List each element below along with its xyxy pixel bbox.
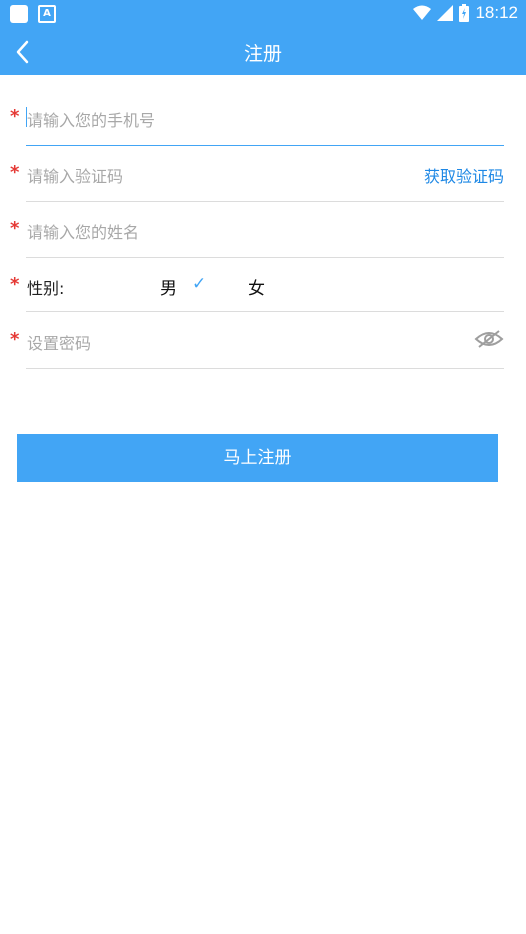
required-mark: * (10, 162, 20, 183)
gender-label: 性别: (27, 279, 65, 298)
app-bar: 注册 (0, 28, 526, 75)
verification-code-field[interactable]: * 请输入验证码 获取验证码 (10, 145, 504, 202)
code-placeholder: 请输入验证码 (27, 167, 124, 186)
battery-icon (459, 4, 470, 22)
status-left: A (10, 5, 56, 23)
name-field[interactable]: * 请输入您的姓名 (10, 201, 504, 258)
status-bar: A 18:12 (0, 0, 526, 28)
clock: 18:12 (475, 3, 518, 22)
register-button[interactable]: 马上注册 (17, 434, 498, 482)
password-placeholder: 设置密码 (27, 334, 92, 353)
check-icon: ✓ (192, 274, 207, 294)
name-placeholder: 请输入您的姓名 (27, 223, 140, 242)
keyboard-notification-icon: A (38, 5, 56, 23)
get-code-button[interactable]: 获取验证码 (424, 163, 504, 187)
phone-field[interactable]: * 请输入您的手机号 (10, 89, 504, 146)
wifi-icon (413, 5, 432, 20)
password-field[interactable]: * 设置密码 (10, 312, 504, 369)
app-notification-icon (10, 5, 28, 23)
page-title: 注册 (243, 43, 282, 65)
required-mark: * (10, 329, 20, 350)
required-mark: * (10, 106, 20, 127)
signal-icon (437, 5, 454, 21)
gender-row: * 性别: 男 ✓ 女 (10, 257, 504, 312)
gender-female-option[interactable]: 女 (248, 274, 265, 299)
status-right: 18:12 (413, 3, 518, 23)
required-mark: * (10, 218, 20, 239)
required-mark: * (10, 274, 20, 295)
gender-male-option[interactable]: 男 (160, 274, 177, 299)
phone-placeholder: 请输入您的手机号 (27, 111, 156, 130)
hide-password-icon[interactable] (474, 328, 504, 350)
